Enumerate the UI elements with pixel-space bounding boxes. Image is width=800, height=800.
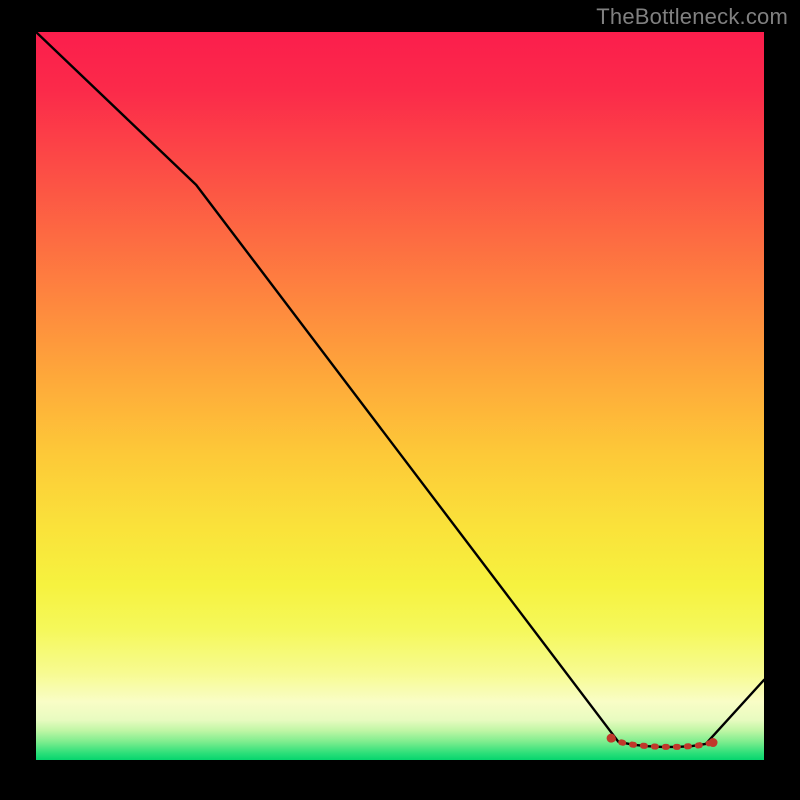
main-curve [36, 32, 764, 747]
marker-endpoint [709, 738, 718, 747]
marker-group [607, 734, 718, 747]
watermark-text: TheBottleneck.com [596, 4, 788, 30]
marker-endpoint [607, 734, 616, 743]
chart-container: TheBottleneck.com [0, 0, 800, 800]
chart-svg [36, 32, 764, 760]
plot-area [36, 32, 764, 760]
